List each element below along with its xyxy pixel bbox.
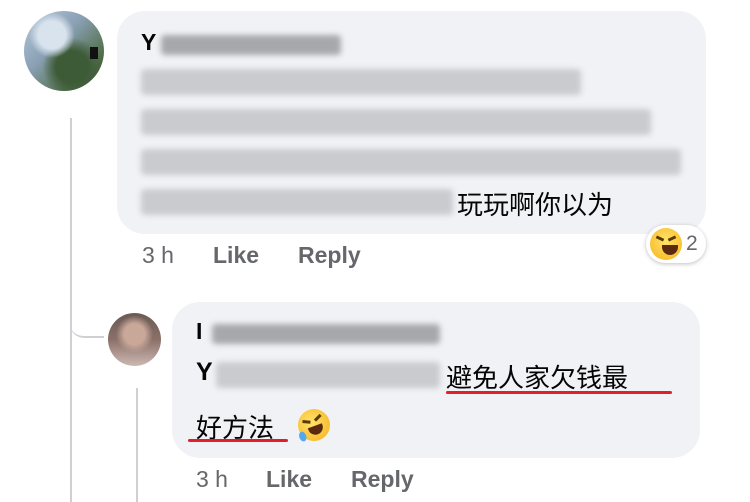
avatar[interactable] xyxy=(108,313,161,366)
reaction-count: 2 xyxy=(686,232,698,255)
author-name[interactable]: I xyxy=(196,318,202,345)
timestamp[interactable]: 3 h xyxy=(196,466,228,493)
mention-tag[interactable]: Y xyxy=(196,358,213,387)
comment-text-redacted xyxy=(141,109,651,135)
red-underline xyxy=(446,391,672,394)
reply-button[interactable]: Reply xyxy=(298,242,361,269)
author-name-redacted xyxy=(161,35,341,55)
reply-button[interactable]: Reply xyxy=(351,466,414,493)
comment-text: 玩玩啊你以为 xyxy=(457,190,614,220)
thread-line-reply xyxy=(136,388,138,502)
comment-text-redacted xyxy=(141,69,581,95)
thread-elbow-reply xyxy=(70,290,104,338)
comment-text-redacted xyxy=(141,149,681,175)
mention-redacted xyxy=(216,362,440,388)
laughing-emoji-icon xyxy=(650,228,682,260)
rolling-on-floor-laughing-emoji-icon xyxy=(293,404,335,446)
like-button[interactable]: Like xyxy=(266,466,312,493)
author-name[interactable]: Y xyxy=(141,29,156,56)
comment-bubble: Y 玩玩啊你以为 xyxy=(117,11,706,234)
reply-text-line1: 避免人家欠钱最 xyxy=(446,363,629,393)
timestamp[interactable]: 3 h xyxy=(142,242,174,269)
like-button[interactable]: Like xyxy=(213,242,259,269)
avatar[interactable] xyxy=(24,11,104,91)
reply-bubble: I Y 避免人家欠钱最 好方法 xyxy=(172,302,700,458)
reaction-badge[interactable]: 2 xyxy=(646,225,706,263)
comment-text-redacted xyxy=(141,189,453,215)
red-underline xyxy=(188,439,288,442)
author-name-redacted xyxy=(212,324,440,344)
